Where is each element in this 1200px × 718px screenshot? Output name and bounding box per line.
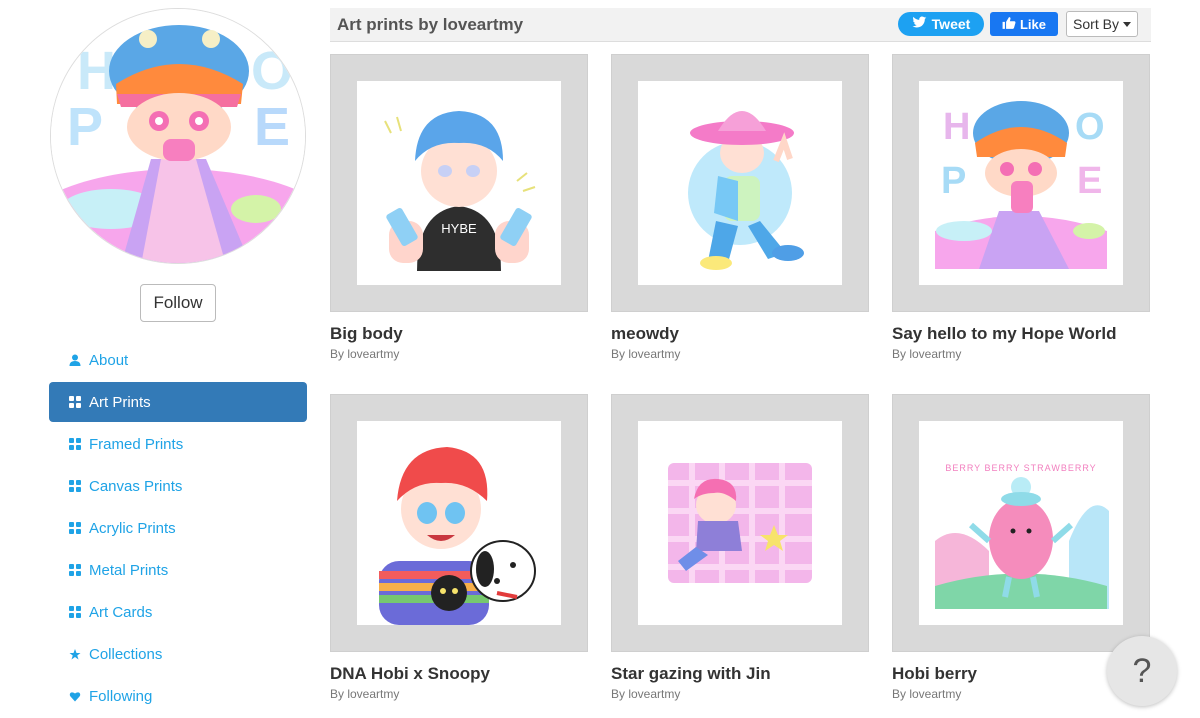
product-card[interactable]: H O P E Say hello to my Hope World By lo… xyxy=(892,54,1150,361)
heart-icon xyxy=(69,690,81,702)
product-image[interactable]: H O P E xyxy=(919,81,1123,285)
sidebar-item-metal-prints[interactable]: Metal Prints xyxy=(49,550,307,590)
sidebar-item-label: Framed Prints xyxy=(89,435,184,453)
product-byline[interactable]: By loveartmy xyxy=(330,347,588,361)
sidebar-item-canvas-prints[interactable]: Canvas Prints xyxy=(49,466,307,506)
sidebar-item-label: Art Cards xyxy=(89,603,153,621)
grid-icon xyxy=(69,522,81,534)
avatar-letter-p: P xyxy=(67,97,103,157)
art-caption: BERRY BERRY STRAWBERRY xyxy=(945,463,1096,473)
product-card[interactable]: meowdy By loveartmy xyxy=(611,54,869,361)
user-icon xyxy=(69,354,81,366)
grid-icon xyxy=(69,606,81,618)
sort-label: Sort By xyxy=(1073,16,1119,32)
grid-icon xyxy=(69,396,81,408)
product-image[interactable] xyxy=(638,421,842,625)
grid-icon xyxy=(69,438,81,450)
sidebar-item-label: Metal Prints xyxy=(89,561,169,579)
product-frame[interactable] xyxy=(611,54,869,312)
thumbs-up-icon xyxy=(1002,16,1016,33)
product-card[interactable]: Star gazing with Jin By loveartmy xyxy=(611,394,869,701)
shirt-text: HYBE xyxy=(441,221,477,236)
product-image[interactable] xyxy=(357,421,561,625)
help-button[interactable]: ? xyxy=(1107,636,1177,706)
sort-by-dropdown[interactable]: Sort By xyxy=(1066,11,1138,37)
product-title[interactable]: Big body xyxy=(330,324,588,344)
sidebar-item-following[interactable]: Following xyxy=(49,676,307,716)
sidebar-item-label: Art Prints xyxy=(89,393,151,411)
product-image[interactable]: BERRY BERRY STRAWBERRY xyxy=(919,421,1123,625)
facebook-like-button[interactable]: Like xyxy=(990,12,1058,36)
grid-icon xyxy=(69,480,81,492)
product-title[interactable]: DNA Hobi x Snoopy xyxy=(330,664,588,684)
sidebar-item-framed-prints[interactable]: Framed Prints xyxy=(49,424,307,464)
product-image[interactable] xyxy=(638,81,842,285)
sidebar-item-label: Following xyxy=(89,687,153,705)
twitter-bird-icon xyxy=(912,16,927,32)
product-byline[interactable]: By loveartmy xyxy=(330,687,588,701)
product-frame[interactable]: H O P E xyxy=(892,54,1150,312)
follow-button[interactable]: Follow xyxy=(140,284,216,322)
product-card[interactable]: HYBE Big body By loveartmy xyxy=(330,54,588,361)
grid-icon xyxy=(69,564,81,576)
page-title: Art prints by loveartmy xyxy=(337,15,524,34)
product-byline[interactable]: By loveartmy xyxy=(892,347,1150,361)
sidebar-item-art-cards[interactable]: Art Cards xyxy=(49,592,307,632)
product-card[interactable]: DNA Hobi x Snoopy By loveartmy xyxy=(330,394,588,701)
avatar-letter-e: E xyxy=(254,97,290,157)
product-frame[interactable] xyxy=(611,394,869,652)
section-header: Art prints by loveartmy Tweet Like Sort … xyxy=(330,8,1151,42)
product-byline[interactable]: By loveartmy xyxy=(611,347,869,361)
sidebar-item-collections[interactable]: Collections xyxy=(49,634,307,674)
product-image[interactable]: HYBE xyxy=(357,81,561,285)
product-frame[interactable] xyxy=(330,394,588,652)
art-letter-e: E xyxy=(1077,160,1102,202)
art-letter-h: H xyxy=(943,106,970,148)
sidebar-item-acrylic-prints[interactable]: Acrylic Prints xyxy=(49,508,307,548)
caret-down-icon xyxy=(1122,21,1131,27)
tweet-label: Tweet xyxy=(931,16,971,32)
star-icon xyxy=(69,648,81,660)
sidebar: H O P E Follow About Art Prints Framed P… xyxy=(0,0,330,717)
sidebar-item-label: Collections xyxy=(89,645,163,663)
sidebar-nav: About Art Prints Framed Prints Canvas Pr… xyxy=(49,340,307,718)
sidebar-item-art-prints[interactable]: Art Prints xyxy=(49,382,307,422)
tweet-button[interactable]: Tweet xyxy=(898,12,984,36)
sidebar-item-about[interactable]: About xyxy=(49,340,307,380)
avatar-illustration: H O P E xyxy=(51,9,305,263)
like-label: Like xyxy=(1019,16,1046,32)
product-title[interactable]: meowdy xyxy=(611,324,869,344)
art-letter-p: P xyxy=(941,160,966,202)
product-title[interactable]: Star gazing with Jin xyxy=(611,664,869,684)
sidebar-item-label: About xyxy=(89,351,129,369)
profile-avatar[interactable]: H O P E xyxy=(50,8,306,264)
product-title[interactable]: Say hello to my Hope World xyxy=(892,324,1150,344)
art-letter-o: O xyxy=(1075,106,1105,148)
product-frame[interactable]: BERRY BERRY STRAWBERRY xyxy=(892,394,1150,652)
product-frame[interactable]: HYBE xyxy=(330,54,588,312)
product-byline[interactable]: By loveartmy xyxy=(611,687,869,701)
avatar-letter-o: O xyxy=(251,41,293,101)
sidebar-item-label: Canvas Prints xyxy=(89,477,183,495)
sidebar-item-label: Acrylic Prints xyxy=(89,519,176,537)
